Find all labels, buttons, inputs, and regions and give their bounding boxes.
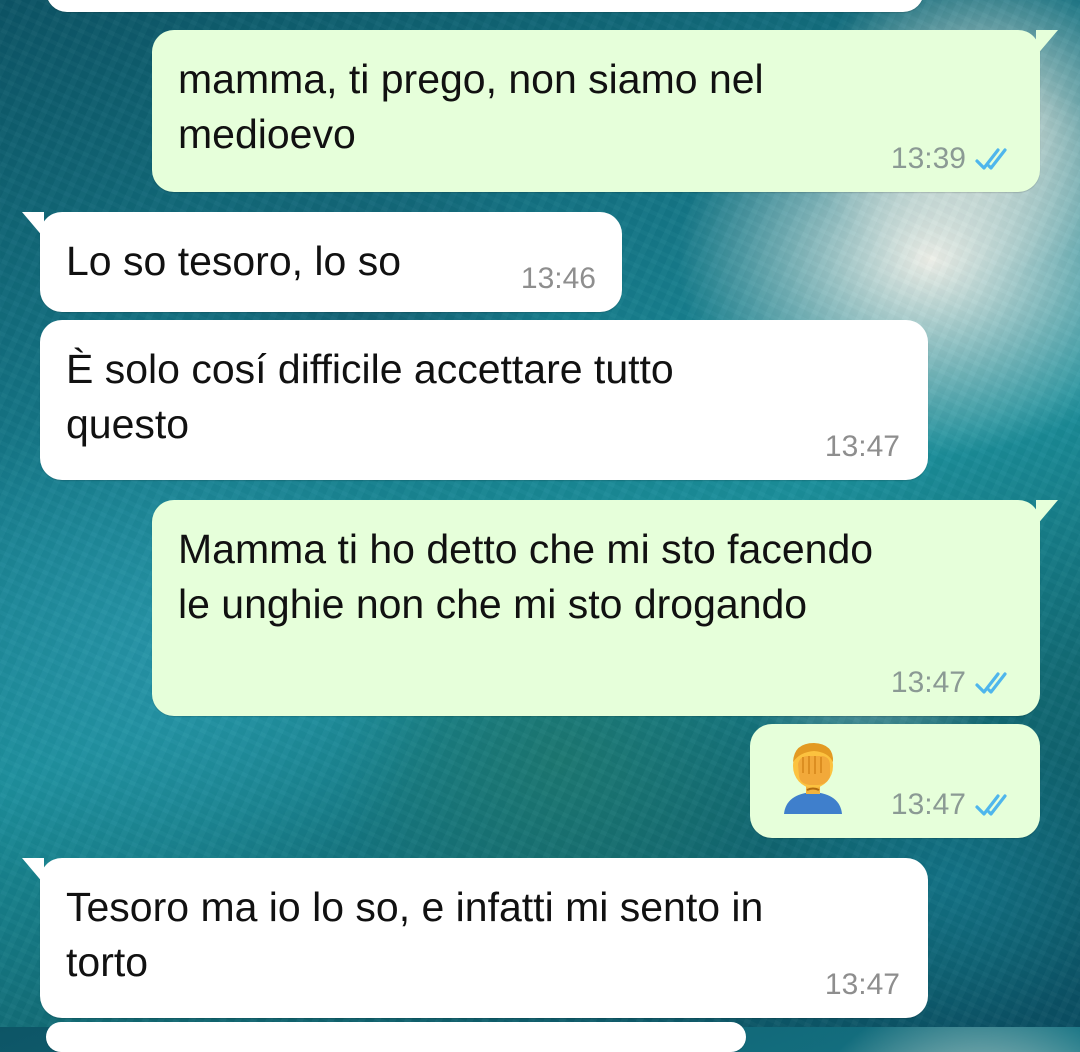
man-facepalming-emoji-icon <box>784 743 842 814</box>
message-text: Lo so tesoro, lo so <box>66 238 402 284</box>
message-time: 13:47 <box>824 968 900 1001</box>
message-meta: 13:47 <box>825 430 900 464</box>
double-check-read-icon <box>975 794 1007 816</box>
message-meta: 13:39 <box>891 142 1018 176</box>
message-meta: 13:47 <box>891 666 1018 700</box>
double-check-read-icon <box>975 672 1007 694</box>
message-time: 13:47 <box>890 666 966 699</box>
message-text: mamma, ti prego, non siamo nel medioevo <box>178 56 764 157</box>
message-text: Tesoro ma io lo so, e infatti mi sento i… <box>66 884 764 985</box>
message-time: 13:47 <box>890 788 966 821</box>
message-meta: 13:47 <box>825 968 900 1002</box>
message-time: 13:39 <box>890 142 966 175</box>
message-bubble-outgoing[interactable]: mamma, ti prego, non siamo nel medioevo … <box>152 30 1058 192</box>
message-meta: 13:46 <box>521 262 596 296</box>
message-bubble-outgoing[interactable]: Mamma ti ho detto che mi sto facendo le … <box>152 500 1058 716</box>
message-bubble-incoming[interactable]: Lo so tesoro, lo so 13:46 <box>22 212 622 312</box>
double-check-read-icon <box>975 148 1007 170</box>
message-time: 13:46 <box>520 262 596 295</box>
message-time: 13:47 <box>824 430 900 463</box>
message-bubble-incoming[interactable]: È solo cosí difficile accettare tutto qu… <box>40 320 928 480</box>
message-text: È solo cosí difficile accettare tutto qu… <box>66 346 674 447</box>
cut-off-message-bubble-top[interactable] <box>46 0 924 12</box>
message-bubble-incoming[interactable]: Tesoro ma io lo so, e infatti mi sento i… <box>22 858 928 1018</box>
message-meta: 13:47 <box>891 788 1018 822</box>
message-bubble-outgoing-emoji[interactable]: 13:47 <box>750 724 1040 838</box>
message-text: Mamma ti ho detto che mi sto facendo le … <box>178 526 874 627</box>
